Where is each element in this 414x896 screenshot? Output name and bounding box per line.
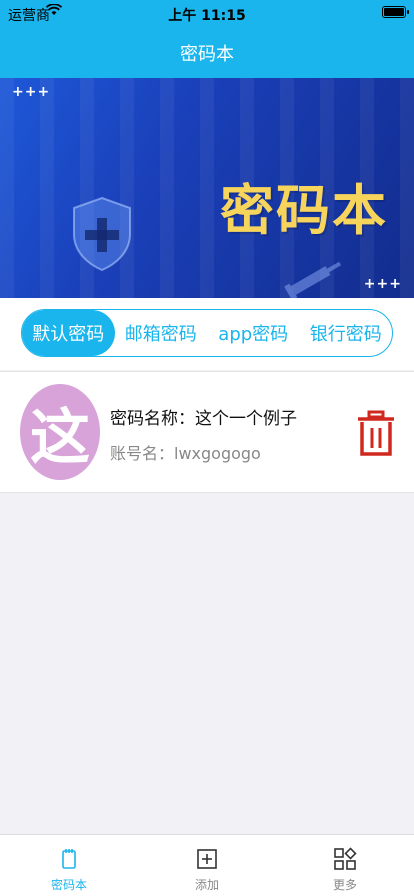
entry-account: 账号名：lwxgogogo	[110, 444, 261, 463]
category-tabs-container: 默认密码 邮箱密码 app密码 银行密码	[0, 298, 414, 370]
category-segmented-control: 默认密码 邮箱密码 app密码 银行密码	[21, 309, 393, 357]
notebook-icon	[57, 847, 81, 876]
tab-default-passwords[interactable]: 默认密码	[22, 310, 115, 356]
status-bar: 运营商 上午 11:15	[0, 0, 414, 26]
app-header: 运营商 上午 11:15 密码本	[0, 0, 414, 78]
banner-image: +++ 密码本 +++	[0, 78, 414, 298]
clock: 上午 11:15	[168, 8, 246, 24]
tab-email-passwords[interactable]: 邮箱密码	[115, 310, 208, 356]
add-square-icon	[195, 847, 219, 876]
tabbar-item-add[interactable]: 添加	[138, 835, 276, 896]
list-item[interactable]: 这 密码名称：这个一个例子 账号名：lwxgogogo	[0, 372, 414, 492]
tabbar-item-notebook[interactable]: 密码本	[0, 835, 138, 896]
plus-decoration-icon: +++	[12, 84, 51, 100]
tabbar-label: 密码本	[50, 878, 87, 892]
plus-decoration-icon: +++	[363, 276, 402, 292]
page-title: 密码本	[180, 44, 234, 65]
grid-more-icon	[333, 847, 357, 876]
syringe-icon	[280, 258, 350, 298]
tabbar-item-more[interactable]: 更多	[276, 835, 414, 896]
delete-trash-icon[interactable]	[356, 410, 396, 462]
banner-brand-text: 密码本	[220, 179, 388, 242]
tab-bank-passwords[interactable]: 银行密码	[300, 310, 393, 356]
tab-app-passwords[interactable]: app密码	[207, 310, 300, 356]
avatar: 这	[20, 384, 100, 480]
entry-name: 密码名称：这个一个例子	[110, 409, 297, 429]
shield-icon	[70, 196, 134, 276]
bottom-tab-bar: 密码本 添加 更多	[0, 834, 414, 896]
battery-icon	[382, 6, 409, 18]
tabbar-label: 添加	[194, 878, 219, 892]
tabbar-label: 更多	[332, 878, 357, 892]
password-list: 这 密码名称：这个一个例子 账号名：lwxgogogo	[0, 371, 414, 493]
